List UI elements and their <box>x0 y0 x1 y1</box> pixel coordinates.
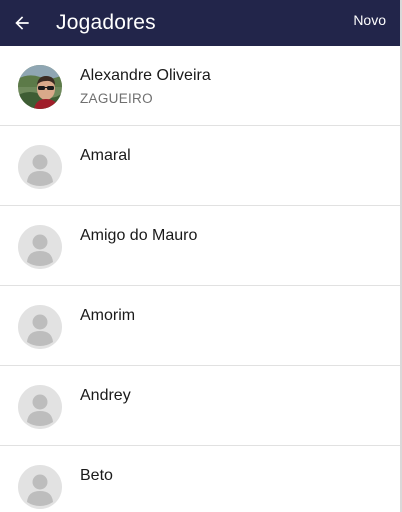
list-item[interactable]: Andrey <box>0 366 400 446</box>
person-placeholder-icon <box>18 145 62 189</box>
person-placeholder-icon <box>18 305 62 349</box>
new-player-button[interactable]: Novo <box>353 0 386 46</box>
avatar <box>18 385 62 429</box>
avatar <box>18 305 62 349</box>
player-name: Amaral <box>80 147 131 164</box>
player-name: Andrey <box>80 387 131 404</box>
player-name: Amigo do Mauro <box>80 227 198 244</box>
person-placeholder-icon <box>18 385 62 429</box>
list-item[interactable]: Amorim <box>0 286 400 366</box>
players-screen: Jogadores Novo Alexandre Oliveira ZAGUEI… <box>0 0 402 512</box>
back-button[interactable] <box>4 0 40 46</box>
person-placeholder-icon <box>18 465 62 509</box>
person-placeholder-icon <box>18 225 62 269</box>
player-name: Beto <box>80 467 113 484</box>
avatar <box>18 145 62 189</box>
avatar <box>18 65 62 109</box>
list-item[interactable]: Beto <box>0 446 400 512</box>
list-item[interactable]: Amaral <box>0 126 400 206</box>
player-name: Amorim <box>80 307 136 324</box>
list-item[interactable]: Amigo do Mauro <box>0 206 400 286</box>
list-item[interactable]: Alexandre Oliveira ZAGUEIRO <box>0 46 400 126</box>
player-list: Alexandre Oliveira ZAGUEIRO Amaral Amigo… <box>0 46 400 512</box>
player-name: Alexandre Oliveira <box>80 67 211 84</box>
app-bar: Jogadores Novo <box>0 0 402 46</box>
avatar <box>18 465 62 509</box>
avatar <box>18 225 62 269</box>
arrow-left-icon <box>15 16 29 30</box>
avatar-photo <box>18 65 62 109</box>
page-title: Jogadores <box>56 11 156 34</box>
player-position: ZAGUEIRO <box>80 91 153 106</box>
